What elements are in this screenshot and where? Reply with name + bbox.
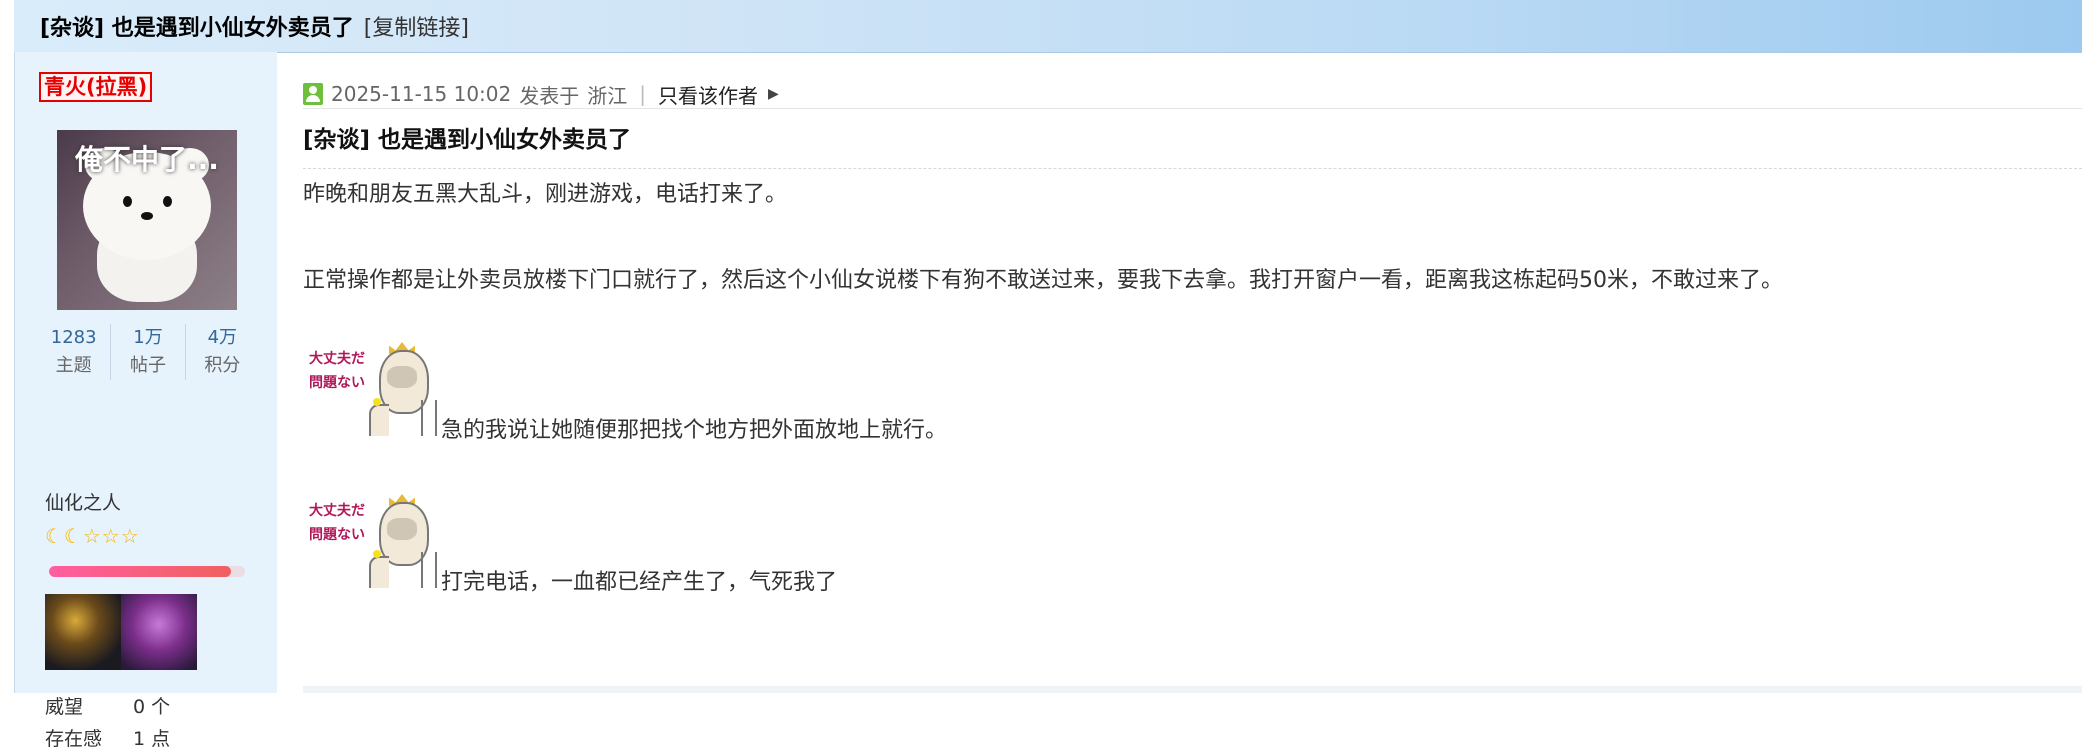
author-username-link[interactable]: 青火(拉黑) [39, 72, 153, 102]
stat-points[interactable]: 4万 积分 [186, 324, 259, 380]
avatar-bear-nose [141, 212, 153, 220]
author-sidebar: 青火(拉黑) 俺不中了... 1283 主题 1万 帖子 4万 积分 仙化之人 … [15, 52, 277, 750]
user-online-icon [303, 83, 323, 105]
meta-divider: | [639, 82, 646, 106]
avatar-bear-eye [123, 196, 132, 207]
only-author-link[interactable]: 只看该作者 [658, 80, 758, 109]
medal-icon[interactable] [121, 594, 197, 670]
post-title: [杂谈] 也是遇到小仙女外卖员了 [303, 127, 632, 153]
attribute-label: 存在感 [45, 728, 103, 750]
post-content-area: 2025-11-15 10:02 发表于 浙江 | 只看该作者 ▶ [杂谈] 也… [277, 52, 2082, 693]
sticker-text: 問題ない [309, 527, 365, 543]
posted-in-label: 发表于 [519, 83, 580, 108]
attribute-prestige: 威望 0 个 [45, 692, 170, 719]
copy-link-button[interactable]: [复制链接] [364, 10, 469, 42]
experience-bar [49, 566, 245, 577]
sticker-face [387, 366, 417, 388]
divider [303, 168, 2082, 169]
experience-bar-fill [49, 566, 232, 577]
sticker-text: 大丈夫だ [309, 351, 365, 367]
post-location: 浙江 [587, 83, 628, 108]
sticker-face [387, 518, 417, 540]
stat-label: 帖子 [129, 355, 166, 376]
post-bottom-divider [303, 686, 2082, 693]
attribute-value: 0 个 [133, 696, 171, 718]
attribute-value: 1 点 [133, 728, 171, 750]
stat-label: 主题 [55, 355, 92, 376]
thread-title: [杂谈] 也是遇到小仙女外卖员了 [40, 16, 354, 41]
post-paragraph: 打完电话，一血都已经产生了，气死我了 [441, 570, 838, 595]
stat-value: 1283 [50, 327, 97, 348]
sticker-arm [369, 404, 389, 436]
rank-title: 仙化之人 [45, 492, 122, 514]
sticker-text: 大丈夫だ [309, 503, 365, 519]
post-paragraph: 急的我说让她随便那把找个地方把外面放地上就行。 [441, 418, 948, 443]
meme-sticker-icon: 大丈夫だ 問題ない [303, 342, 441, 438]
stat-value: 1万 [133, 327, 163, 348]
attribute-label: 威望 [45, 696, 84, 718]
author-stats: 1283 主题 1万 帖子 4万 积分 [37, 324, 259, 380]
avatar[interactable]: 俺不中了... [57, 130, 237, 310]
sticker-spark [373, 550, 381, 558]
stat-label: 积分 [204, 355, 241, 376]
stat-value: 4万 [207, 327, 238, 348]
divider [303, 108, 2082, 109]
stat-posts[interactable]: 1万 帖子 [111, 324, 186, 380]
thread-title-bar: [杂谈] 也是遇到小仙女外卖员了 [复制链接] [14, 0, 2082, 53]
stat-threads[interactable]: 1283 主题 [37, 324, 112, 380]
meme-sticker-icon: 大丈夫だ 問題ない [303, 494, 441, 590]
triangle-right-icon[interactable]: ▶ [768, 86, 779, 102]
post-paragraph: 正常操作都是让外卖员放楼下门口就行了，然后这个小仙女说楼下有狗不敢送过来，要我下… [303, 268, 1783, 293]
forum-post-page: [杂谈] 也是遇到小仙女外卖员了 [复制链接] 青火(拉黑) 俺不中了... 1… [0, 0, 2082, 750]
rank-stars-icon: ☾☾☆☆☆ [45, 524, 140, 548]
sticker-body [421, 400, 437, 436]
sticker-spark [373, 398, 381, 406]
sticker-body [421, 552, 437, 588]
avatar-caption: 俺不中了... [75, 143, 219, 176]
post-datetime: 2025-11-15 10:02 [331, 82, 512, 106]
medal-list [45, 594, 197, 670]
sticker-arm [369, 556, 389, 588]
post-paragraph: 昨晚和朋友五黑大乱斗，刚进游戏，电话打来了。 [303, 182, 788, 207]
attribute-presence: 存在感 1 点 [45, 724, 170, 751]
sticker-text: 問題ない [309, 375, 365, 391]
medal-icon[interactable] [45, 594, 121, 670]
avatar-bear-eye [163, 196, 172, 207]
post-meta: 2025-11-15 10:02 发表于 浙江 | 只看该作者 ▶ [303, 72, 779, 116]
